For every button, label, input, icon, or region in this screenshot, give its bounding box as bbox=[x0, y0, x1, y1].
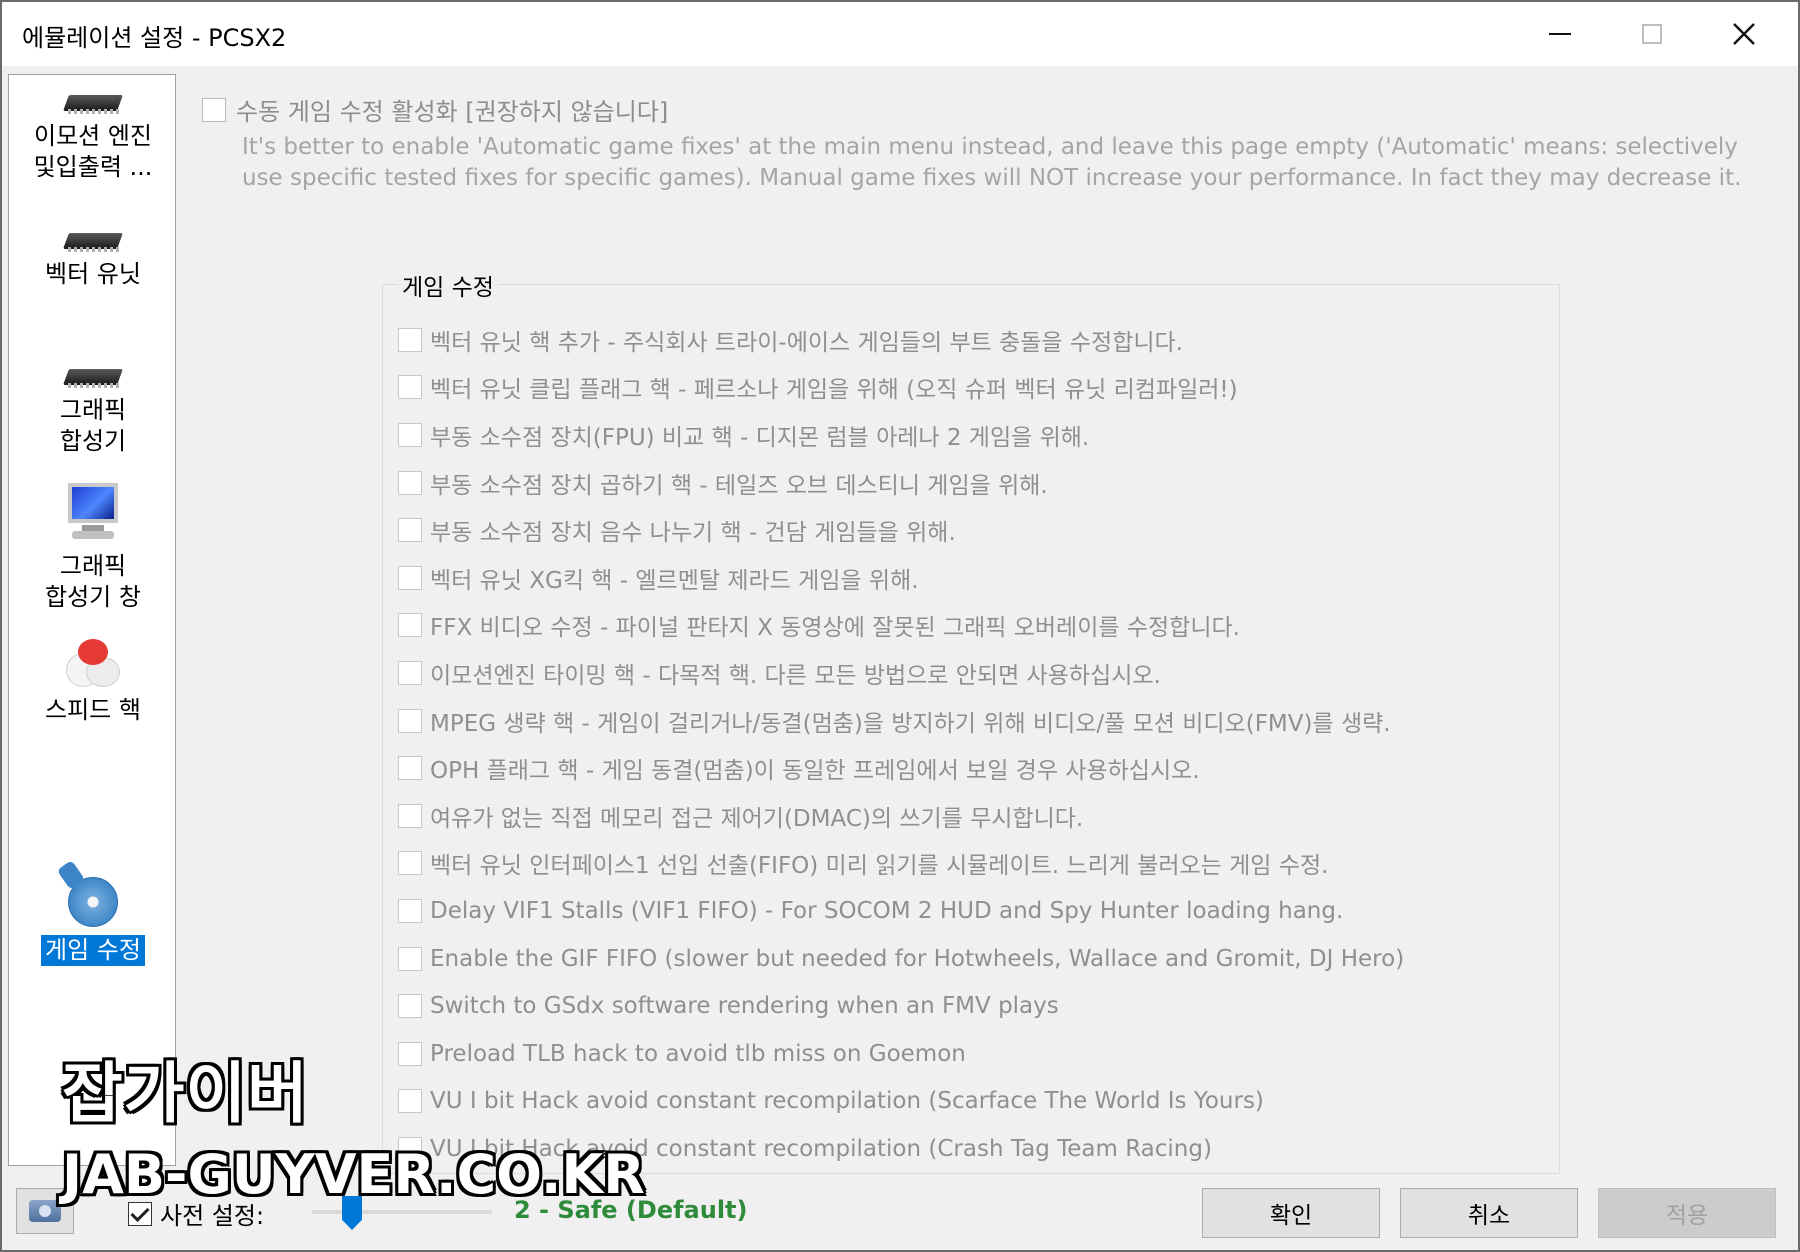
gamefix-label: MPEG 생략 핵 - 게임이 걸리거나/동결(멈춤)을 방지하기 위해 비디오… bbox=[430, 710, 1391, 737]
gamefix-checkbox[interactable] bbox=[398, 518, 422, 543]
monitor-icon bbox=[62, 479, 124, 545]
sidebar-item-vector-unit[interactable]: 벡터 유닛 bbox=[9, 225, 177, 290]
gamefix-checkbox[interactable] bbox=[398, 756, 422, 781]
maximize-button[interactable] bbox=[1606, 2, 1698, 66]
title-bar: 에뮬레이션 설정 - PCSX2 bbox=[2, 2, 1798, 66]
gamefix-checkbox[interactable] bbox=[398, 565, 422, 590]
gamefix-label: 벡터 유닛 XG킥 핵 - 엘르멘탈 제라드 게임을 위해. bbox=[430, 567, 919, 594]
gamefix-label: Switch to GSdx software rendering when a… bbox=[430, 993, 1059, 1020]
gamefix-label: OPH 플래그 핵 - 게임 동결(멈춤)이 동일한 프레임에서 보일 경우 사… bbox=[430, 758, 1200, 785]
maximize-icon bbox=[1642, 24, 1662, 44]
gamefix-item[interactable]: 이모션엔진 타이밍 핵 - 다목적 핵. 다른 모든 방법으로 안되면 사용하십… bbox=[398, 649, 1548, 697]
gamefix-label: 부동 소수점 장치 음수 나누기 핵 - 건담 게임들을 위해. bbox=[430, 520, 956, 547]
gamefix-checkbox[interactable] bbox=[398, 375, 422, 400]
gamefix-item[interactable]: 부동 소수점 장치 음수 나누기 핵 - 건담 게임들을 위해. bbox=[398, 506, 1548, 554]
gamefix-list: 벡터 유닛 핵 추가 - 주식회사 트라이-에이스 게임들의 부트 충돌을 수정… bbox=[398, 316, 1548, 1173]
gamefix-item[interactable]: 벡터 유닛 핵 추가 - 주식회사 트라이-에이스 게임들의 부트 충돌을 수정… bbox=[398, 316, 1548, 364]
gamefix-label: Delay VIF1 Stalls (VIF1 FIFO) - For SOCO… bbox=[430, 897, 1344, 924]
chip-icon bbox=[62, 227, 124, 253]
sidebar-item-speed-hacks[interactable]: 스피드 핵 bbox=[9, 637, 177, 726]
watermark-url: JAB-GUYVER.CO.KR bbox=[62, 1143, 645, 1206]
gamefix-item[interactable]: OPH 플래그 핵 - 게임 동결(멈춤)이 동일한 프레임에서 보일 경우 사… bbox=[398, 744, 1548, 792]
gamefix-checkbox[interactable] bbox=[398, 946, 422, 971]
sidebar-item-game-fixes[interactable]: 게임 수정 bbox=[9, 860, 177, 966]
settings-category-list: 이모션 엔진 및입출력 ... 벡터 유닛 그래픽 합성기 그래픽 합성기 창 … bbox=[8, 74, 176, 1166]
gamefix-item[interactable]: FFX 비디오 수정 - 파이널 판타지 X 동영상에 잘못된 그래픽 오버레이… bbox=[398, 602, 1548, 650]
ok-button[interactable]: 확인 bbox=[1202, 1188, 1380, 1238]
sidebar-item-label: 이모션 엔진 및입출력 ... bbox=[33, 122, 153, 181]
gamefix-checkbox[interactable] bbox=[398, 898, 422, 923]
manual-gamefix-toggle[interactable]: 수동 게임 수정 활성화 [권장하지 않습니다] bbox=[202, 92, 668, 127]
camera-icon bbox=[29, 1200, 61, 1222]
chip-icon bbox=[62, 89, 124, 115]
gamefix-label: 부동 소수점 장치 곱하기 핵 - 테일즈 오브 데스티니 게임을 위해. bbox=[430, 472, 1048, 499]
gamefix-label: 벡터 유닛 클립 플래그 핵 - 페르소나 게임을 위해 (오직 슈퍼 벡터 유… bbox=[430, 377, 1238, 404]
gamefix-item[interactable]: Delay VIF1 Stalls (VIF1 FIFO) - For SOCO… bbox=[398, 887, 1548, 935]
chip-icon bbox=[62, 363, 124, 389]
watermark-title: 잡가이버 bbox=[62, 1055, 309, 1132]
gamefix-label: 벡터 유닛 인터페이스1 선입 선출(FIFO) 미리 읽기를 시뮬레이트. 느… bbox=[430, 853, 1329, 880]
preset-slider-track bbox=[312, 1210, 492, 1214]
manual-gamefix-label: 수동 게임 수정 활성화 [권장하지 않습니다] bbox=[236, 98, 669, 126]
gamefix-item[interactable]: Enable the GIF FIFO (slower but needed f… bbox=[398, 935, 1548, 983]
sidebar-item-label: 스피드 핵 bbox=[45, 696, 141, 724]
gamefix-checkbox[interactable] bbox=[398, 327, 422, 352]
sidebar-item-gs-window[interactable]: 그래픽 합성기 창 bbox=[9, 479, 177, 613]
gamefix-checkbox[interactable] bbox=[398, 613, 422, 638]
gamefix-checkbox[interactable] bbox=[398, 470, 422, 495]
gamefix-item[interactable]: 벡터 유닛 클립 플래그 핵 - 페르소나 게임을 위해 (오직 슈퍼 벡터 유… bbox=[398, 364, 1548, 412]
gamefix-label: 여유가 없는 직접 메모리 접근 제어기(DMAC)의 쓰기를 무시합니다. bbox=[430, 805, 1084, 832]
gamefix-checkbox[interactable] bbox=[398, 851, 422, 876]
cancel-button[interactable]: 취소 bbox=[1400, 1188, 1578, 1238]
gamefix-group-title: 게임 수정 bbox=[398, 268, 498, 302]
manual-gamefix-description: It's better to enable 'Automatic game fi… bbox=[242, 134, 1742, 191]
sidebar-item-ee-io[interactable]: 이모션 엔진 및입출력 ... bbox=[9, 87, 177, 183]
disc-wrench-icon bbox=[56, 860, 126, 929]
minimize-button[interactable] bbox=[1514, 2, 1606, 66]
gamefix-label: 벡터 유닛 핵 추가 - 주식회사 트라이-에이스 게임들의 부트 충돌을 수정… bbox=[430, 329, 1183, 356]
gamefix-label: Enable the GIF FIFO (slower but needed f… bbox=[430, 945, 1405, 972]
gamefix-checkbox[interactable] bbox=[398, 708, 422, 733]
sidebar-item-gs[interactable]: 그래픽 합성기 bbox=[9, 361, 177, 457]
gamefix-item[interactable]: 벡터 유닛 XG킥 핵 - 엘르멘탈 제라드 게임을 위해. bbox=[398, 554, 1548, 602]
sidebar-item-label: 그래픽 합성기 창 bbox=[45, 552, 141, 611]
gamefix-label: 부동 소수점 장치(FPU) 비교 핵 - 디지몬 럼블 아레나 2 게임을 위… bbox=[430, 424, 1090, 451]
close-icon bbox=[1733, 23, 1755, 45]
sidebar-item-label: 게임 수정 bbox=[41, 935, 145, 966]
emulation-settings-window: 에뮬레이션 설정 - PCSX2 이모션 엔진 및입출력 ... 벡터 유닛 그… bbox=[0, 0, 1800, 1252]
gamefix-checkbox[interactable] bbox=[398, 660, 422, 685]
apply-button[interactable]: 적용 bbox=[1598, 1188, 1776, 1238]
sidebar-item-label: 그래픽 합성기 bbox=[59, 396, 127, 455]
window-title: 에뮬레이션 설정 - PCSX2 bbox=[22, 24, 287, 52]
gamefix-checkbox[interactable] bbox=[398, 803, 422, 828]
gamefix-item[interactable]: 부동 소수점 장치(FPU) 비교 핵 - 디지몬 럼블 아레나 2 게임을 위… bbox=[398, 411, 1548, 459]
gamefix-label: FFX 비디오 수정 - 파이널 판타지 X 동영상에 잘못된 그래픽 오버레이… bbox=[430, 615, 1240, 642]
gamefix-item[interactable]: 부동 소수점 장치 곱하기 핵 - 테일즈 오브 데스티니 게임을 위해. bbox=[398, 459, 1548, 507]
speed-icon bbox=[60, 637, 126, 689]
gamefix-item[interactable]: MPEG 생략 핵 - 게임이 걸리거나/동결(멈춤)을 방지하기 위해 비디오… bbox=[398, 697, 1548, 745]
minimize-icon bbox=[1549, 33, 1571, 35]
sidebar-item-label: 벡터 유닛 bbox=[45, 260, 141, 288]
close-button[interactable] bbox=[1698, 2, 1790, 66]
gamefix-checkbox[interactable] bbox=[398, 422, 422, 447]
gamefix-item[interactable]: 여유가 없는 직접 메모리 접근 제어기(DMAC)의 쓰기를 무시합니다. bbox=[398, 792, 1548, 840]
gamefix-label: 이모션엔진 타이밍 핵 - 다목적 핵. 다른 모든 방법으로 안되면 사용하십… bbox=[430, 662, 1161, 689]
gamefix-checkbox[interactable] bbox=[398, 994, 422, 1019]
manual-gamefix-checkbox[interactable] bbox=[202, 97, 226, 122]
gamefix-item[interactable]: Switch to GSdx software rendering when a… bbox=[398, 982, 1548, 1030]
watermark: 잡가이버 JAB-GUYVER.CO.KR bbox=[62, 1054, 645, 1210]
gamefix-item[interactable]: 벡터 유닛 인터페이스1 선입 선출(FIFO) 미리 읽기를 시뮬레이트. 느… bbox=[398, 840, 1548, 888]
